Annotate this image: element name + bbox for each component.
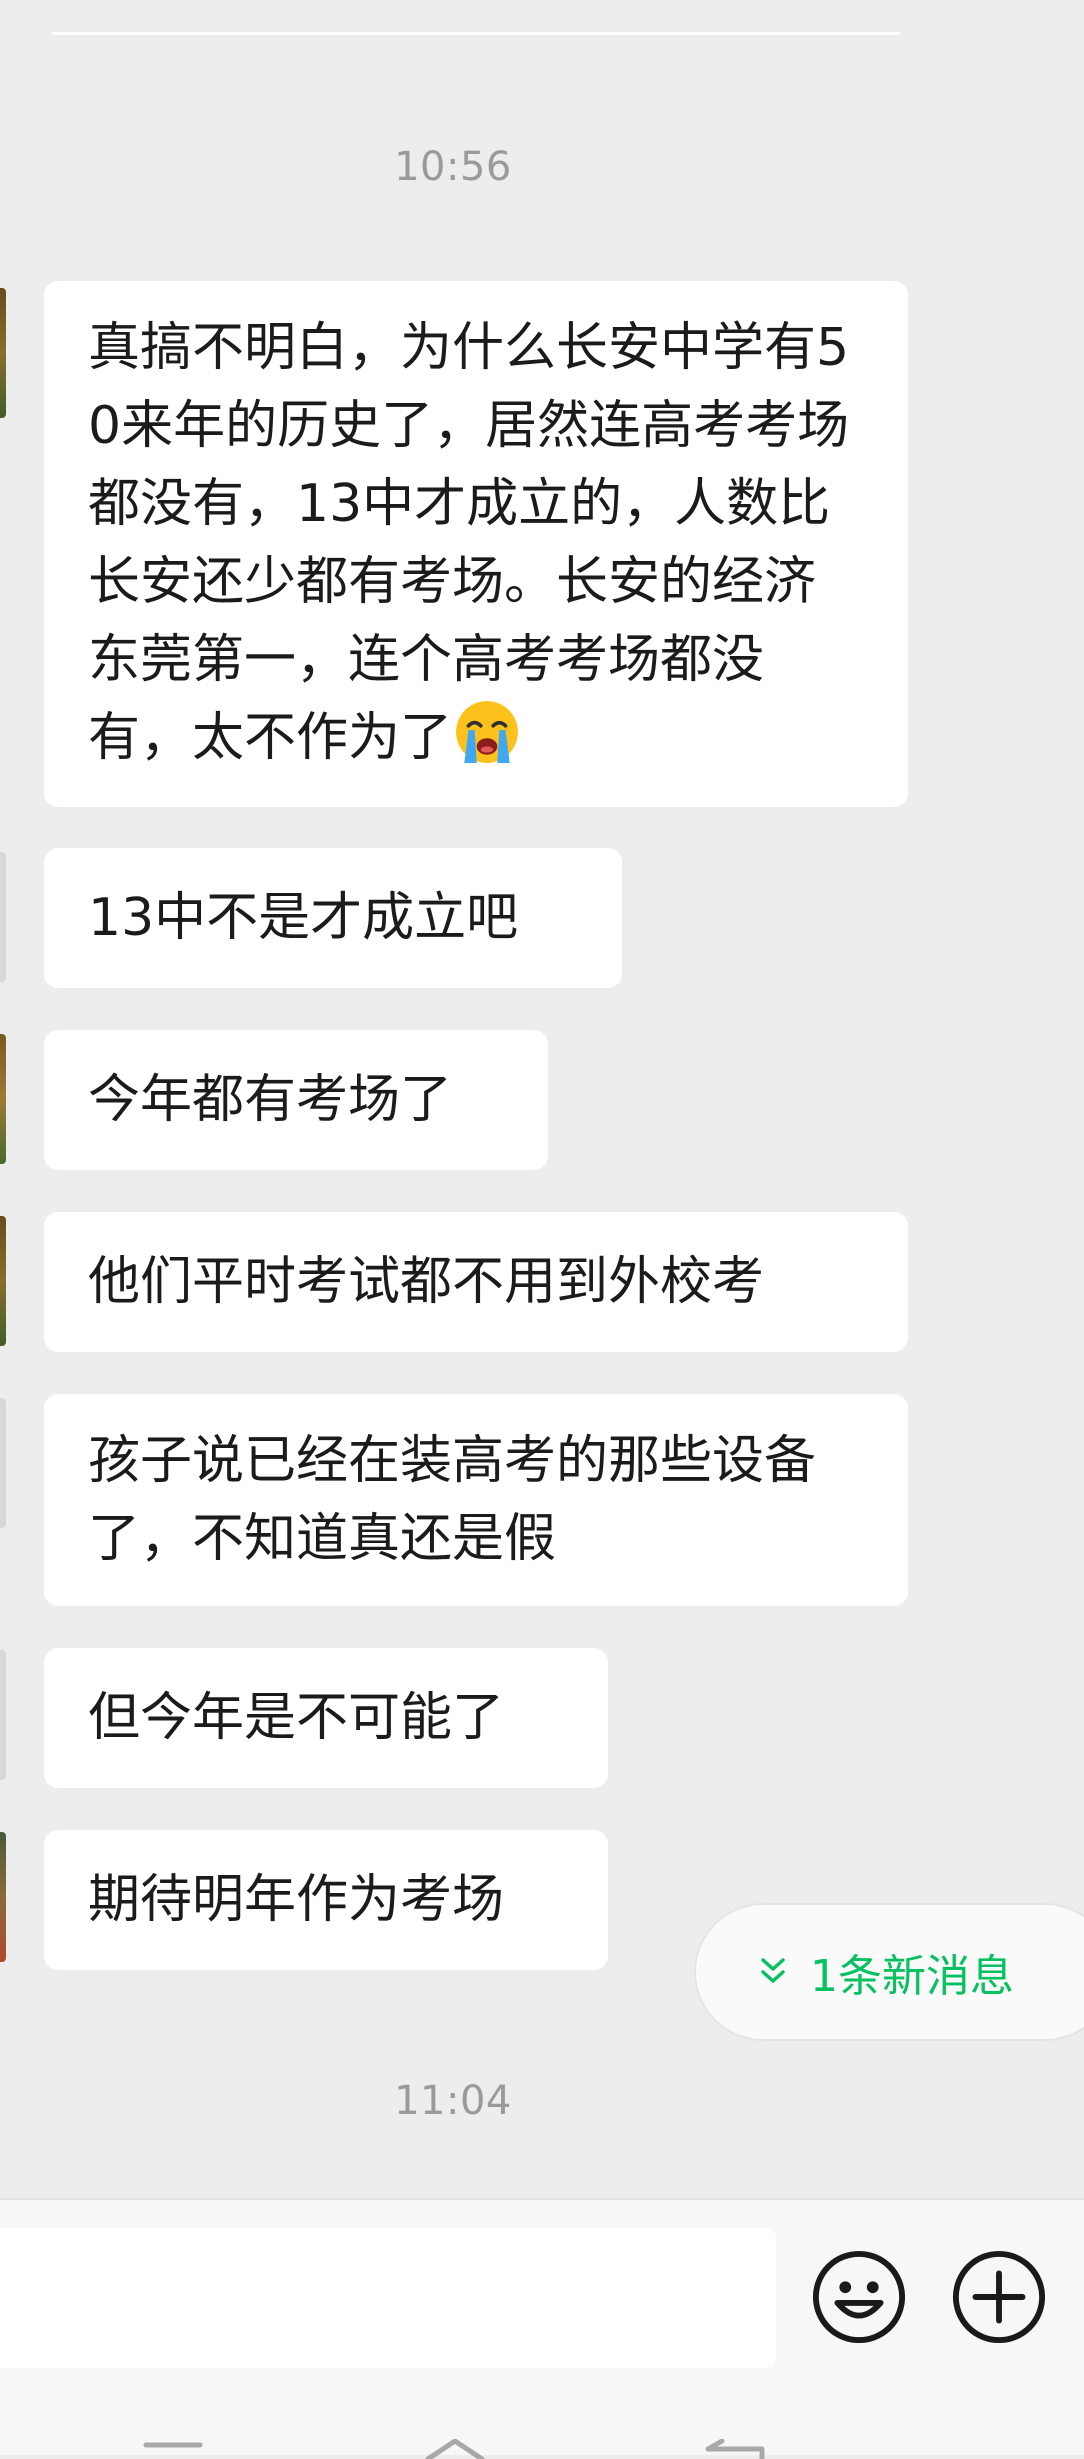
avatar[interactable]	[0, 852, 6, 982]
avatar[interactable]	[0, 1832, 6, 1962]
avatar[interactable]	[0, 1034, 6, 1164]
message-bubble[interactable]: 13中不是才成立吧	[44, 848, 622, 988]
message-text: 但今年是不可能了	[88, 1688, 505, 1748]
menu-icon[interactable]	[140, 2439, 206, 2459]
message-bubble[interactable]: 他们平时考试都不用到外校考	[44, 1212, 908, 1352]
new-message-label: 1条新消息	[810, 1951, 1014, 2002]
avatar[interactable]	[0, 1216, 6, 1346]
message-bubble[interactable]: 孩子说已经在装高考的那些设备了，不知道真还是假	[44, 1394, 908, 1606]
crying-face-icon	[456, 701, 518, 763]
message-bubble[interactable]: 期待明年作为考场	[44, 1830, 608, 1970]
message-text: 期待明年作为考场	[88, 1870, 505, 1930]
message-bubble[interactable]: 但今年是不可能了	[44, 1648, 608, 1788]
plus-circle-icon[interactable]	[950, 2248, 1048, 2346]
smiley-face-icon[interactable]	[810, 2248, 908, 2346]
message-bubble[interactable]: 真搞不明白，为什么长安中学有50来年的历史了，居然连高考考场都没有，13中才成立…	[44, 281, 908, 807]
timestamp: 11:04	[394, 2078, 512, 2124]
new-message-button[interactable]: 1条新消息	[694, 1903, 1084, 2041]
message-bubble[interactable]: 今年都有考场了	[44, 1030, 548, 1170]
message-text: 他们平时考试都不用到外校考	[88, 1252, 765, 1312]
message-text: 13中不是才成立吧	[88, 888, 519, 948]
message-text: 孩子说已经在装高考的那些设备了，不知道真还是假	[88, 1431, 817, 1569]
system-nav-bar	[0, 2383, 1084, 2459]
input-bar	[0, 2198, 1084, 2385]
home-icon[interactable]	[422, 2439, 488, 2459]
message-text: 今年都有考场了	[88, 1070, 453, 1130]
double-chevron-down-icon	[761, 1958, 785, 1983]
message-input[interactable]	[0, 2228, 776, 2368]
top-divider	[52, 32, 900, 35]
avatar[interactable]	[0, 288, 6, 418]
timestamp: 10:56	[394, 144, 512, 190]
back-icon[interactable]	[702, 2439, 768, 2459]
avatar[interactable]	[0, 1398, 6, 1528]
avatar[interactable]	[0, 1650, 6, 1780]
